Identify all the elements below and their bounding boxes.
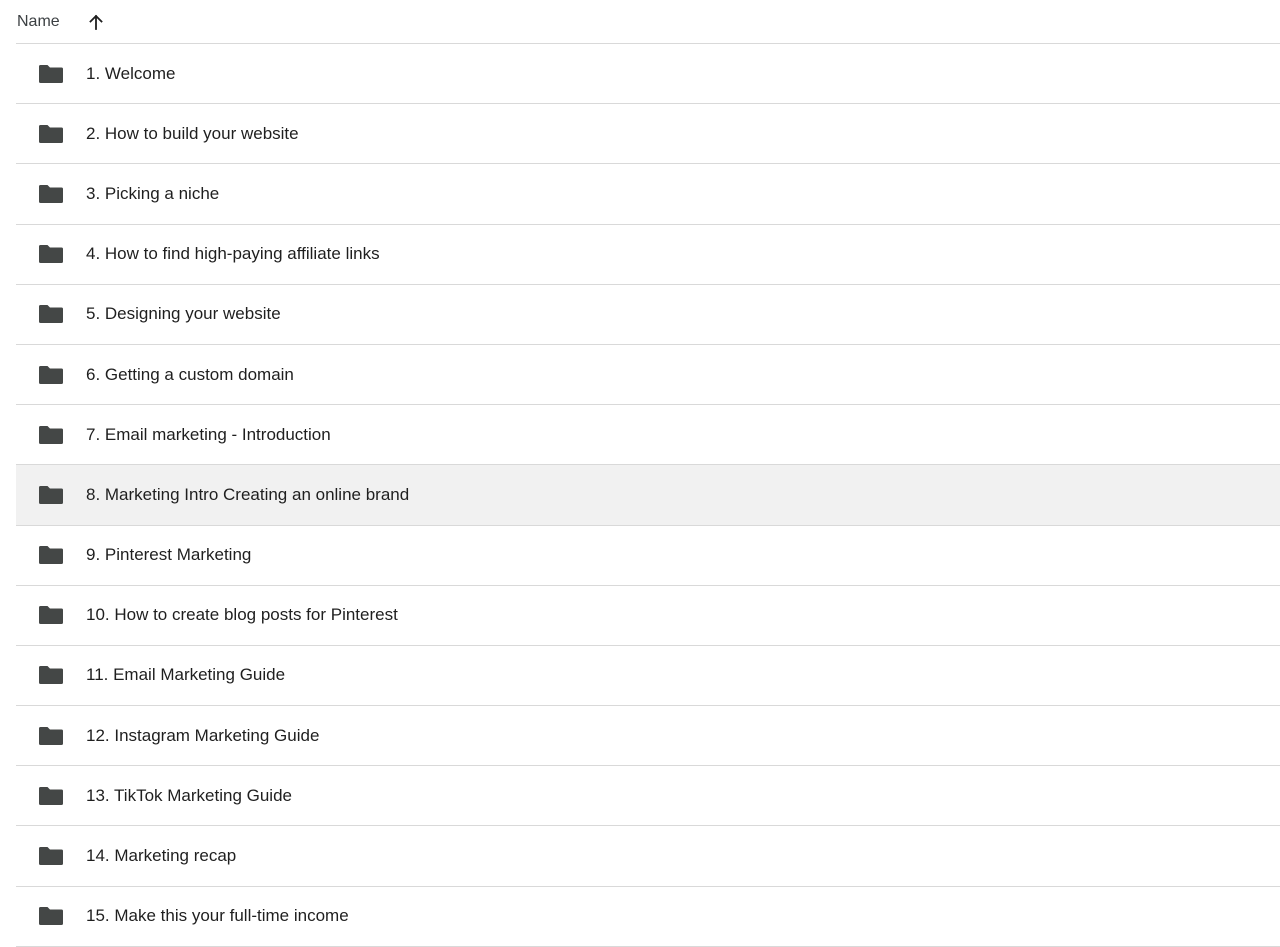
folder-name: 5. Designing your website [86, 304, 281, 324]
folder-icon [38, 184, 64, 204]
folder-name: 1. Welcome [86, 63, 176, 83]
file-list: Name 1. Welcome 2. How to build your webs… [16, 0, 1280, 947]
folder-name: 3. Picking a niche [86, 183, 220, 203]
folder-row[interactable]: 9. Pinterest Marketing [16, 526, 1280, 586]
folder-name: 6. Getting a custom domain [86, 364, 294, 384]
folder-name: 8. Marketing Intro Creating an online br… [86, 484, 410, 504]
folder-icon [38, 425, 64, 445]
name-column-header[interactable]: Name [17, 13, 60, 31]
folder-row[interactable]: 13. TikTok Marketing Guide [16, 766, 1280, 827]
folder-icon [38, 906, 64, 926]
folder-row[interactable]: 4. How to find high-paying affiliate lin… [16, 225, 1280, 285]
folder-name: 9. Pinterest Marketing [86, 545, 252, 565]
folder-icon [38, 665, 64, 685]
folder-icon [38, 365, 64, 385]
folder-row[interactable]: 1. Welcome [16, 44, 1280, 105]
folder-icon [38, 786, 64, 806]
folder-row[interactable]: 2. How to build your website [16, 104, 1280, 165]
folder-row[interactable]: 12. Instagram Marketing Guide [16, 706, 1280, 767]
folder-icon [38, 846, 64, 866]
folder-name: 14. Marketing recap [86, 846, 237, 866]
folder-icon [38, 605, 64, 625]
folder-name: 7. Email marketing - Introduction [86, 424, 331, 444]
folder-row[interactable]: 7. Email marketing - Introduction [16, 405, 1280, 466]
folder-name: 10. How to create blog posts for Pintere… [86, 605, 398, 625]
folder-icon [38, 485, 64, 505]
folder-row[interactable]: 6. Getting a custom domain [16, 345, 1280, 406]
folder-icon [38, 244, 64, 264]
folder-row[interactable]: 8. Marketing Intro Creating an online br… [16, 465, 1280, 526]
folder-name: 11. Email Marketing Guide [86, 665, 286, 685]
folder-name: 12. Instagram Marketing Guide [86, 725, 320, 745]
folder-row[interactable]: 11. Email Marketing Guide [16, 646, 1280, 707]
arrow-up-icon[interactable] [88, 13, 104, 31]
folder-icon [38, 726, 64, 746]
folder-name: 15. Make this your full-time income [86, 906, 349, 926]
folder-row[interactable]: 10. How to create blog posts for Pintere… [16, 586, 1280, 646]
folder-icon [38, 124, 64, 144]
folder-icon [38, 545, 64, 565]
folder-rows: 1. Welcome 2. How to build your website 3.… [16, 44, 1280, 947]
folder-name: 13. TikTok Marketing Guide [86, 785, 292, 805]
list-header: Name [16, 0, 1280, 44]
folder-row[interactable]: 14. Marketing recap [16, 826, 1280, 887]
folder-icon [38, 304, 64, 324]
folder-name: 2. How to build your website [86, 123, 299, 143]
folder-name: 4. How to find high-paying affiliate lin… [86, 244, 380, 264]
folder-row[interactable]: 3. Picking a niche [16, 164, 1280, 225]
folder-icon [38, 64, 64, 84]
folder-row[interactable]: 5. Designing your website [16, 285, 1280, 345]
folder-row[interactable]: 15. Make this your full-time income [16, 887, 1280, 947]
